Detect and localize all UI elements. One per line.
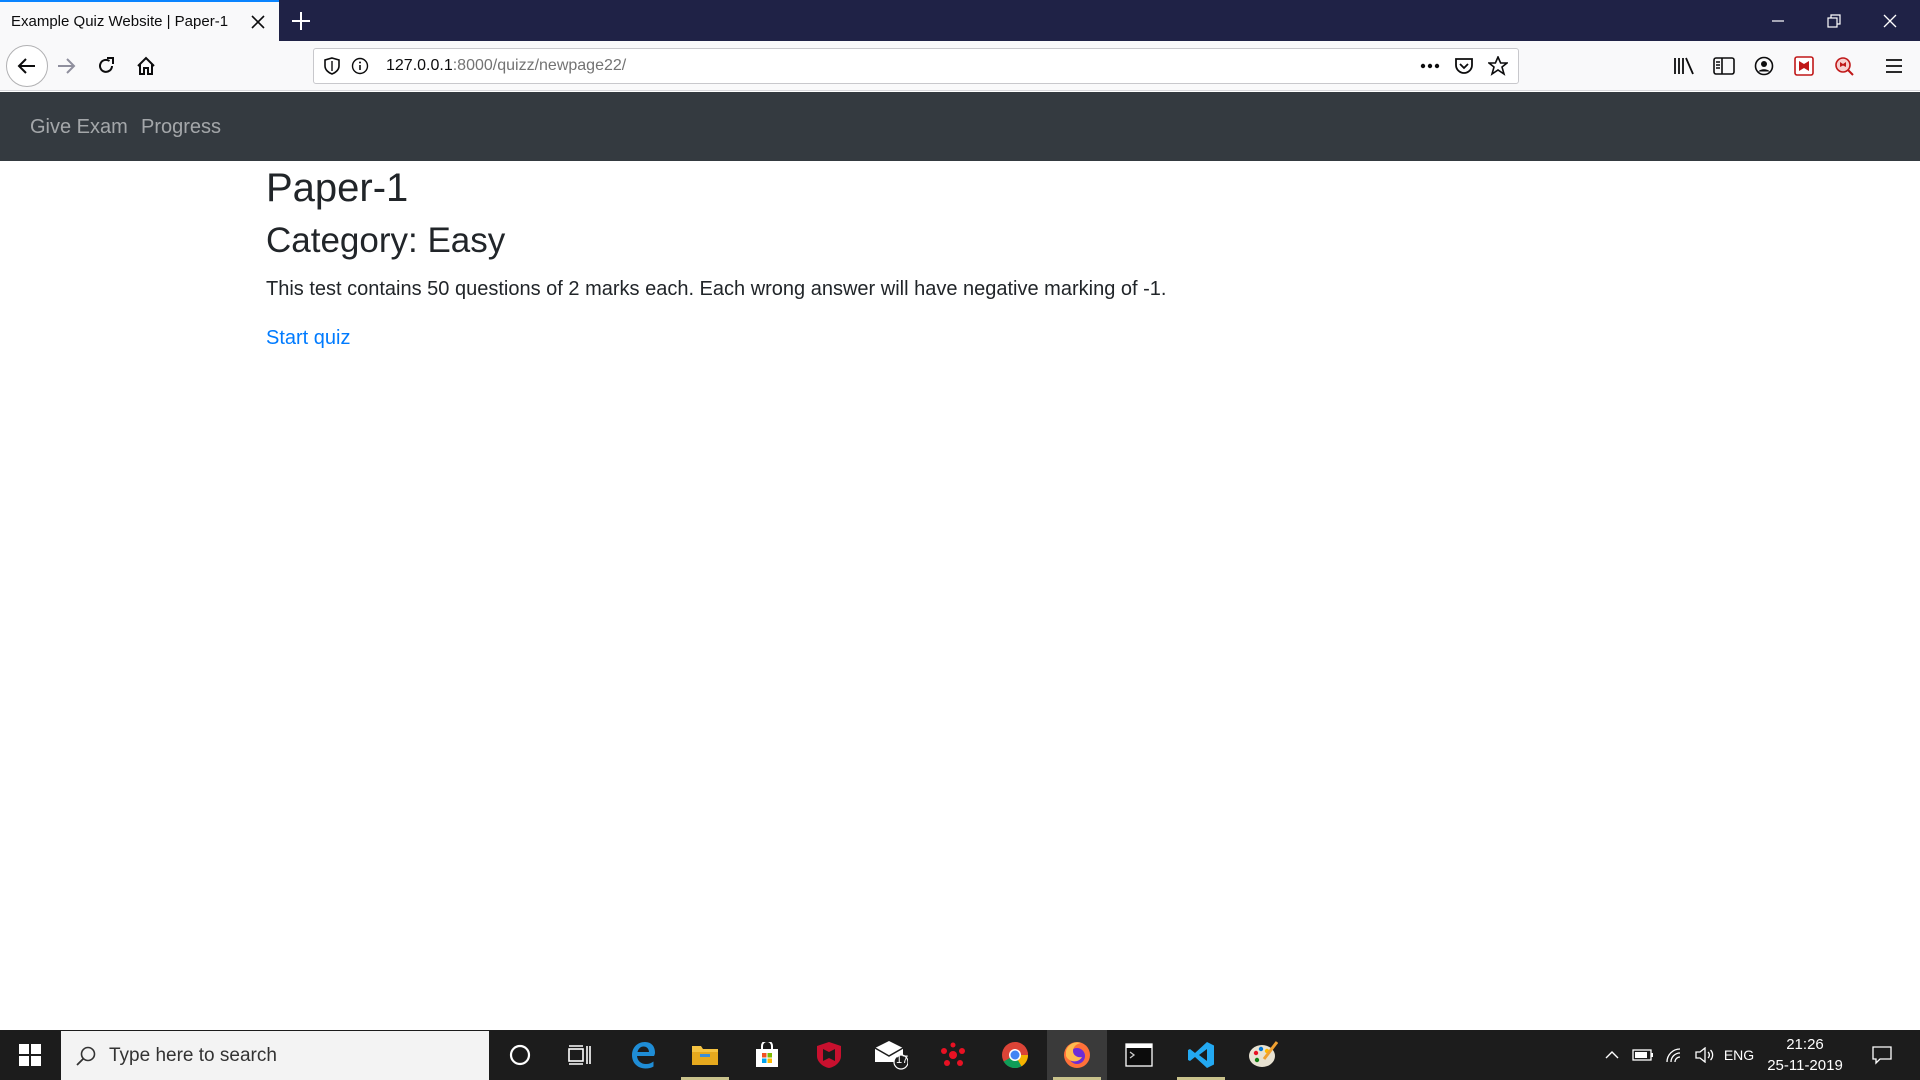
forward-icon[interactable] (48, 48, 84, 84)
site-navbar: Give Exam Progress (0, 92, 1920, 161)
chrome-icon[interactable] (985, 1030, 1045, 1080)
wifi-icon[interactable] (1660, 1030, 1690, 1080)
category-heading: Category: Easy (266, 221, 506, 260)
url-path: :8000/quizz/newpage22/ (452, 57, 627, 74)
shield-icon[interactable] (318, 52, 346, 80)
system-clock[interactable]: 21:26 25-11-2019 (1760, 1034, 1850, 1076)
taskbar-search-box[interactable]: Type here to search (61, 1031, 489, 1080)
home-icon[interactable] (128, 48, 164, 84)
back-icon[interactable] (6, 45, 48, 87)
battery-icon[interactable] (1628, 1030, 1658, 1080)
clock-time: 21:26 (1786, 1036, 1824, 1053)
more-actions-icon[interactable] (1416, 52, 1444, 80)
start-quiz-link[interactable]: Start quiz (266, 327, 350, 350)
cortana-icon[interactable] (490, 1030, 550, 1080)
clock-date: 25-11-2019 (1767, 1057, 1843, 1074)
browser-toolbar: 127.0.0.1:8000/quizz/newpage22/ (0, 41, 1920, 91)
mail-badge: 17 (896, 1054, 909, 1066)
account-icon[interactable] (1746, 48, 1782, 84)
search-icon (75, 1045, 97, 1067)
file-explorer-icon[interactable] (675, 1030, 735, 1080)
tab-title: Example Quiz Website | Paper-1 (11, 13, 229, 30)
mail-icon[interactable]: 17 (861, 1030, 921, 1080)
paint-icon[interactable] (1233, 1030, 1293, 1080)
new-tab-icon[interactable] (286, 6, 316, 36)
tab-close-icon[interactable] (243, 7, 273, 37)
pocket-icon[interactable] (1450, 52, 1478, 80)
volume-icon[interactable] (1690, 1030, 1720, 1080)
bookmark-star-icon[interactable] (1484, 52, 1512, 80)
close-window-icon[interactable] (1862, 0, 1918, 41)
quiz-description: This test contains 50 questions of 2 mar… (266, 278, 1167, 300)
notification-center-icon[interactable] (1862, 1030, 1902, 1080)
page-title: Paper-1 (266, 166, 409, 210)
cluster-app-icon[interactable] (923, 1030, 983, 1080)
sidebar-icon[interactable] (1706, 48, 1742, 84)
mcafee-extension-icon[interactable] (1786, 48, 1822, 84)
language-indicator[interactable]: ENG (1718, 1030, 1760, 1080)
store-icon[interactable] (737, 1030, 797, 1080)
url-bar[interactable]: 127.0.0.1:8000/quizz/newpage22/ (313, 48, 1519, 84)
task-view-icon[interactable] (550, 1030, 610, 1080)
url-text: 127.0.0.1:8000/quizz/newpage22/ (386, 57, 626, 75)
menu-icon[interactable] (1876, 48, 1912, 84)
minimize-icon[interactable] (1750, 0, 1806, 41)
terminal-icon[interactable] (1109, 1030, 1169, 1080)
browser-tab-strip: Example Quiz Website | Paper-1 (0, 0, 1920, 41)
nav-link-progress[interactable]: Progress (141, 116, 221, 139)
browser-tab-active[interactable]: Example Quiz Website | Paper-1 (0, 0, 279, 41)
firefox-icon[interactable] (1047, 1030, 1107, 1080)
windows-taskbar: Type here to search 17 ENG 21:26 25-11-2… (0, 1030, 1920, 1080)
vscode-icon[interactable] (1171, 1030, 1231, 1080)
url-host: 127.0.0.1 (386, 57, 453, 74)
tray-chevron-icon[interactable] (1600, 1030, 1624, 1080)
restore-icon[interactable] (1806, 0, 1862, 41)
info-icon[interactable] (346, 52, 374, 80)
reload-icon[interactable] (88, 48, 124, 84)
edge-icon[interactable] (613, 1030, 673, 1080)
search-placeholder: Type here to search (109, 1044, 277, 1066)
windows-start-icon[interactable] (0, 1030, 60, 1080)
library-icon[interactable] (1666, 48, 1702, 84)
search-extension-icon[interactable] (1826, 48, 1862, 84)
nav-link-give-exam[interactable]: Give Exam (30, 116, 128, 139)
mcafee-icon[interactable] (799, 1030, 859, 1080)
